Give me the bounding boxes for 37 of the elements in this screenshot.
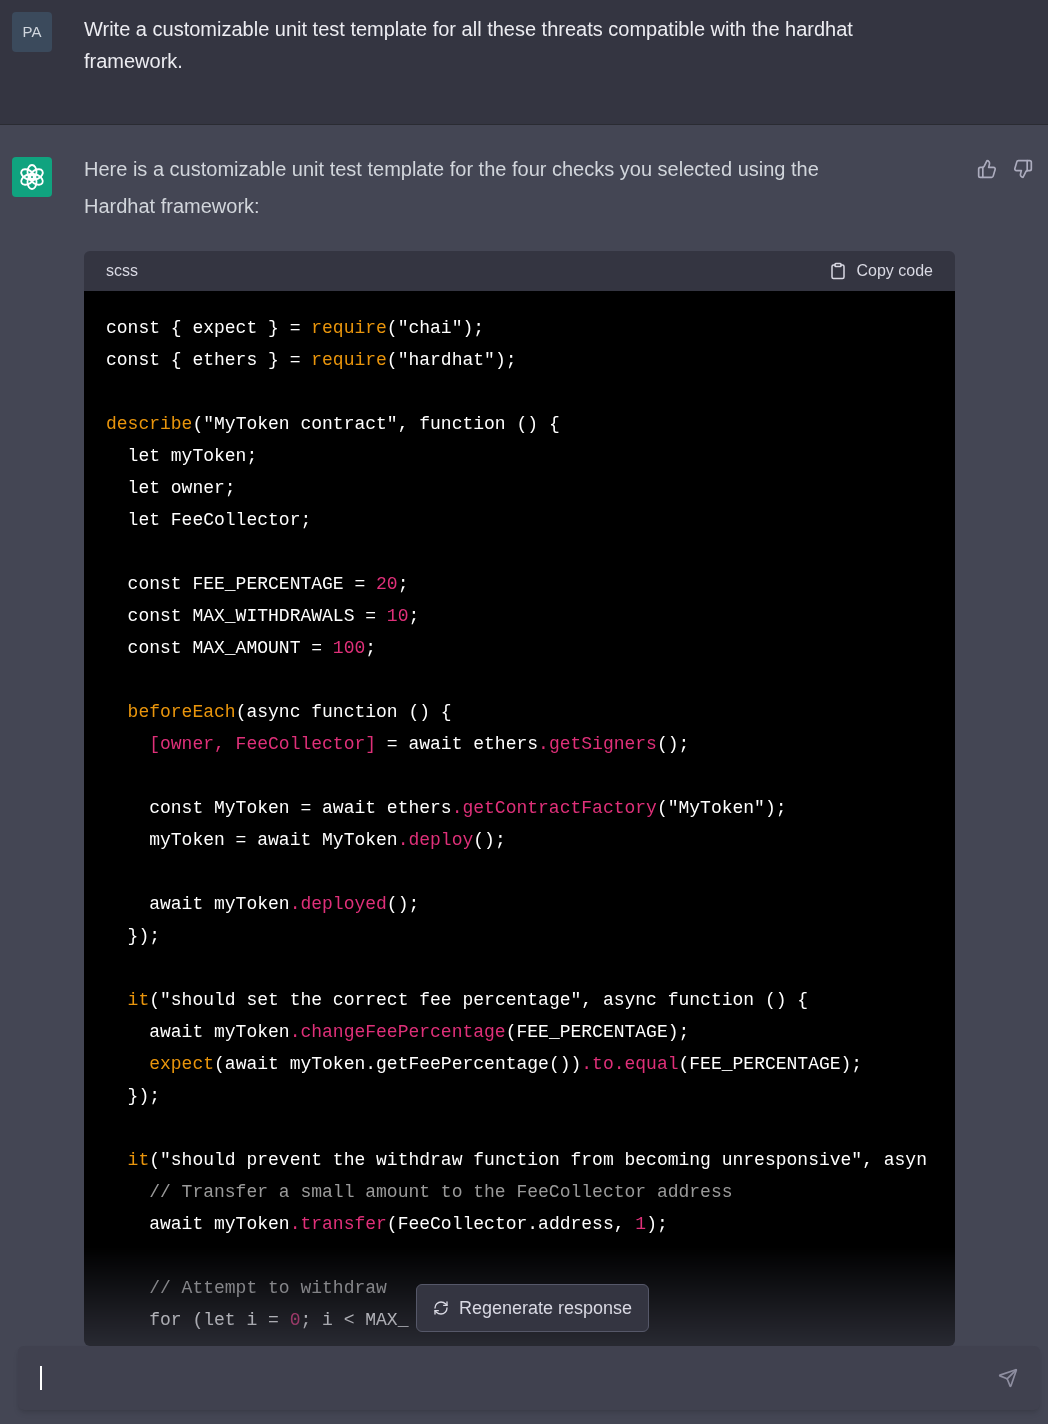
clipboard-icon: [828, 262, 847, 280]
code-line: // Transfer a small amount to the FeeCollector address: [148, 1181, 733, 1204]
code-line: it("should set the correct fee percentage", async function () {: [126, 989, 809, 1012]
code-line: const { ethers } = require("hardhat");: [106, 349, 517, 372]
assistant-logo-icon: [12, 157, 52, 197]
code-line: });: [126, 925, 160, 948]
code-line: beforeEach(async function () {: [126, 701, 452, 724]
code-language: scss: [106, 261, 138, 281]
code-line: let myToken;: [126, 445, 258, 468]
code-line: await myToken.deployed();: [148, 893, 420, 916]
user-message: Write a customizable unit test template for all these threats compatible with the hardhat framework.: [84, 17, 854, 74]
code-line: const MAX_AMOUNT = 100;: [126, 637, 377, 660]
code-line: await myToken.transfer(FeeCollector.address, 1);: [148, 1213, 668, 1236]
code-line: const MAX_WITHDRAWALS = 10;: [126, 605, 420, 628]
text-cursor: [40, 1366, 42, 1390]
assistant-message: Here is a customizable unit test template for the four checks you selected using the Hardhat framework:: [84, 157, 820, 219]
code-line: const { expect } = require("chai");: [106, 317, 485, 340]
code-line: describe("MyToken contract", function () {: [106, 413, 560, 436]
code-line: });: [126, 1085, 160, 1108]
code-line: const MyToken = await ethers.getContractFactory("MyToken");: [148, 797, 787, 820]
code-line: [owner, FeeCollector] = await ethers.getSigners();: [148, 733, 690, 756]
code-line: expect(await myToken.getFeePercentage()).to.equal(FEE_PERCENTAGE);: [148, 1053, 863, 1076]
refresh-icon: [433, 1300, 449, 1316]
copy-code-button[interactable]: Copy code: [828, 259, 933, 283]
code-line: let FeeCollector;: [126, 509, 312, 532]
regenerate-response-button[interactable]: Regenerate response: [416, 1284, 650, 1332]
code-line: // Attempt to withdraw: [148, 1277, 387, 1300]
code-line: let owner;: [126, 477, 236, 500]
send-icon[interactable]: [998, 1368, 1018, 1388]
code-line: await myToken.changeFeePercentage(FEE_PERCENTAGE);: [148, 1021, 690, 1044]
thumbs-down-icon[interactable]: [1013, 159, 1033, 179]
code-line: it("should prevent the withdraw function from becoming unresponsive", asyn: [126, 1149, 927, 1172]
thumbs-up-icon[interactable]: [977, 159, 997, 179]
code-line: for (let i = 0; i < MAX_: [148, 1309, 409, 1332]
code-line: myToken = await MyToken.deploy();: [148, 829, 506, 852]
code-line: const FEE_PERCENTAGE = 20;: [126, 573, 409, 596]
user-avatar: PA: [12, 12, 52, 52]
